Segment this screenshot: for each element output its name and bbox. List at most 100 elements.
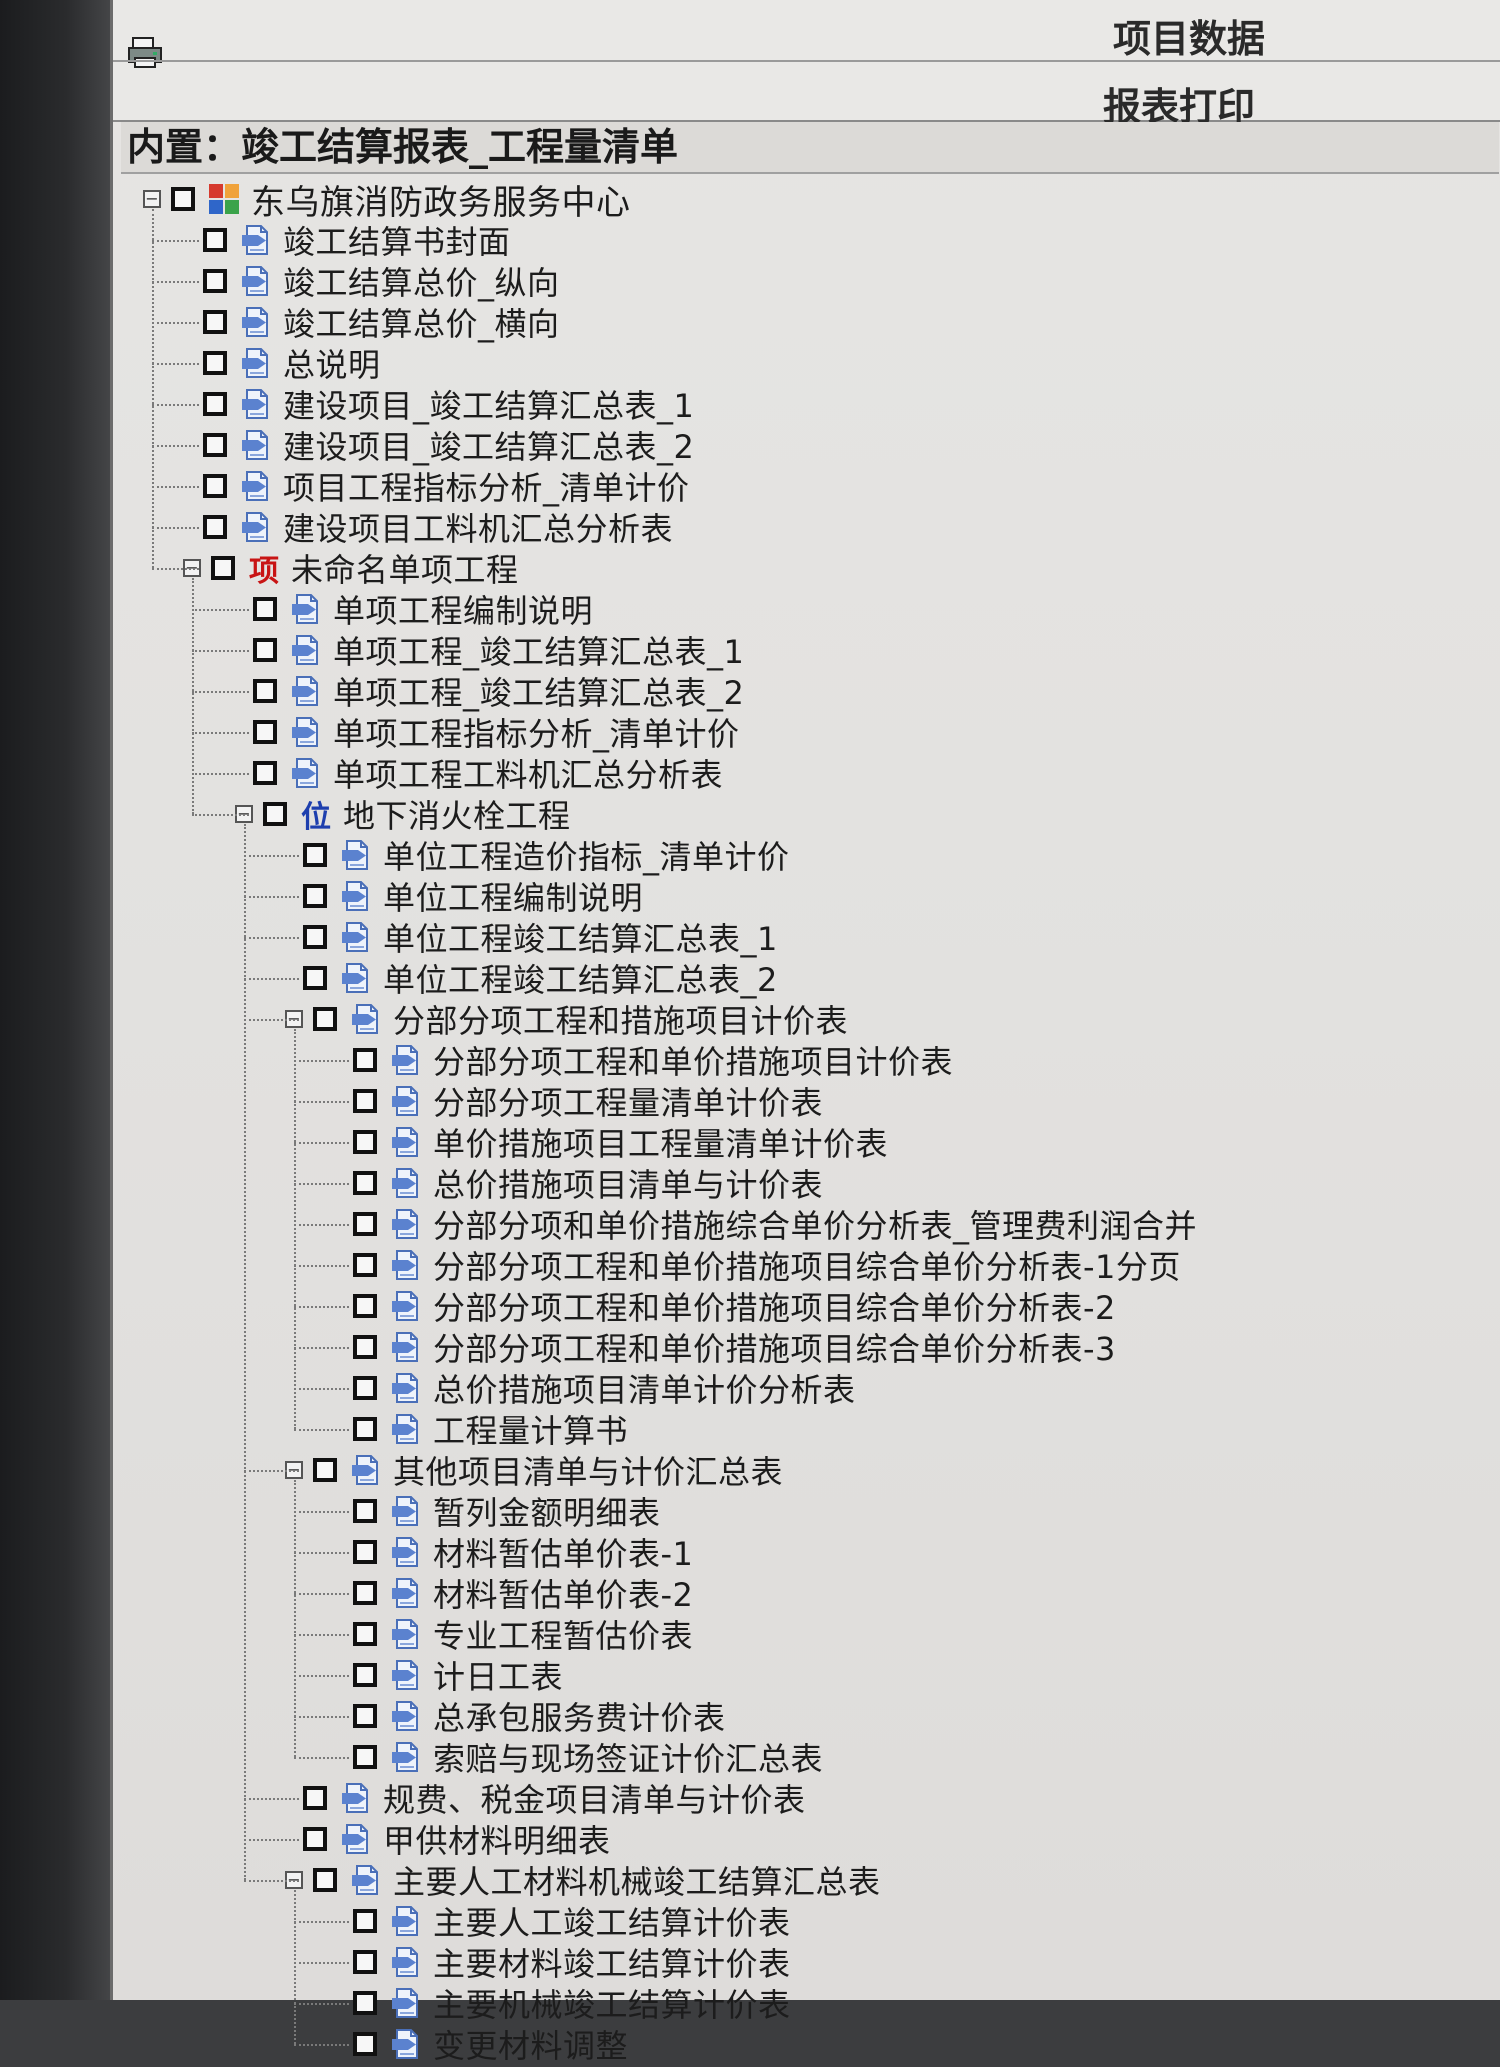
tree-item-report[interactable]: 分部分项工程和单价措施项目综合单价分析表-3	[353, 1328, 1116, 1368]
tree-item-checkbox[interactable]	[203, 269, 227, 293]
tree-item-report[interactable]: 主要人工竣工结算计价表	[353, 1902, 791, 1942]
tree-item-checkbox[interactable]	[353, 1704, 377, 1728]
tree-item-checkbox[interactable]	[303, 1786, 327, 1810]
tree-item-checkbox[interactable]	[353, 1540, 377, 1564]
tree-item-checkbox[interactable]	[353, 1622, 377, 1646]
tree-item-checkbox[interactable]	[303, 843, 327, 867]
tree-item-report[interactable]: 建设项目_竣工结算汇总表_1	[203, 385, 694, 425]
tree-item-report[interactable]: 单项工程指标分析_清单计价	[253, 713, 740, 753]
tree-item-checkbox[interactable]	[303, 1827, 327, 1851]
tree-item-checkbox[interactable]	[313, 1458, 337, 1482]
tree-report-group[interactable]: − 分部分项工程和措施项目计价表	[285, 1000, 848, 1040]
tree-item-checkbox[interactable]	[203, 228, 227, 252]
tree-item-report[interactable]: 单项工程工料机汇总分析表	[253, 754, 723, 794]
tree-item-report[interactable]: 单位工程竣工结算汇总表_2	[303, 959, 778, 999]
tree-item-checkbox[interactable]	[263, 802, 287, 826]
tree-item-report[interactable]: 暂列金额明细表	[353, 1492, 661, 1532]
tree-item-report[interactable]: 单位工程竣工结算汇总表_1	[303, 918, 778, 958]
tree-item-report[interactable]: 单价措施项目工程量清单计价表	[353, 1123, 888, 1163]
tree-item-report[interactable]: 专业工程暂估价表	[353, 1615, 693, 1655]
tree-item-report[interactable]: 竣工结算总价_纵向	[203, 262, 560, 302]
tree-item-report[interactable]: 建设项目工料机汇总分析表	[203, 508, 673, 548]
tree-item-checkbox[interactable]	[203, 392, 227, 416]
tree-item-report[interactable]: 材料暂估单价表-1	[353, 1533, 693, 1573]
tree-item-report[interactable]: 工程量计算书	[353, 1410, 628, 1450]
tree-item-report[interactable]: 规费、税金项目清单与计价表	[303, 1779, 806, 1819]
report-document-icon	[239, 469, 273, 503]
tree-item-report[interactable]: 计日工表	[353, 1656, 563, 1696]
tree-item-report[interactable]: 总说明	[203, 344, 381, 384]
tree-item-report[interactable]: 总价措施项目清单与计价表	[353, 1164, 823, 1204]
tree-item-checkbox[interactable]	[313, 1007, 337, 1031]
tree-item-checkbox[interactable]	[203, 351, 227, 375]
tree-item-report[interactable]: 单项工程_竣工结算汇总表_2	[253, 672, 744, 712]
tab-project-data[interactable]: 项目数据	[1113, 8, 1265, 63]
printer-icon[interactable]	[127, 34, 163, 70]
tree-item-checkbox[interactable]	[353, 1950, 377, 1974]
collapse-toggle-icon[interactable]: −	[143, 190, 161, 208]
tree-item-checkbox[interactable]	[171, 187, 195, 211]
tree-item-report[interactable]: 主要材料竣工结算计价表	[353, 1943, 791, 1983]
tree-item-checkbox[interactable]	[353, 2032, 377, 2056]
tree-item-report[interactable]: 竣工结算总价_横向	[203, 303, 560, 343]
tree-item-report[interactable]: 分部分项和单价措施综合单价分析表_管理费利润合并	[353, 1205, 1197, 1245]
tree-item-checkbox[interactable]	[303, 925, 327, 949]
tree-item-report[interactable]: 单项工程_竣工结算汇总表_1	[253, 631, 744, 671]
tree-item-report[interactable]: 甲供材料明细表	[303, 1820, 611, 1860]
tree-item-report[interactable]: 项目工程指标分析_清单计价	[203, 467, 690, 507]
tree-item-checkbox[interactable]	[353, 1294, 377, 1318]
tree-item-report[interactable]: 索赔与现场签证计价汇总表	[353, 1738, 823, 1778]
tree-item-report[interactable]: 分部分项工程和单价措施项目综合单价分析表-1分页	[353, 1246, 1181, 1286]
tree-item-checkbox[interactable]	[353, 1909, 377, 1933]
report-document-icon	[349, 1863, 383, 1897]
tree-root-project[interactable]: − 东乌旗消防政务服务中心	[143, 180, 631, 223]
report-document-icon	[389, 1289, 423, 1323]
tree-report-group[interactable]: − 其他项目清单与计价汇总表	[285, 1451, 783, 1491]
tree-item-report[interactable]: 单位工程编制说明	[303, 877, 643, 917]
tree-item-checkbox[interactable]	[353, 1335, 377, 1359]
tree-item-checkbox[interactable]	[253, 597, 277, 621]
tree-item-checkbox[interactable]	[353, 1376, 377, 1400]
tree-item-checkbox[interactable]	[203, 310, 227, 334]
tree-item-checkbox[interactable]	[313, 1868, 337, 1892]
tree-item-checkbox[interactable]	[353, 1991, 377, 2015]
tree-single-project[interactable]: − 项未命名单项工程	[183, 549, 519, 589]
tree-item-checkbox[interactable]	[211, 556, 235, 580]
tree-item-report[interactable]: 建设项目_竣工结算汇总表_2	[203, 426, 694, 466]
tree-item-checkbox[interactable]	[203, 474, 227, 498]
tree-item-checkbox[interactable]	[353, 1745, 377, 1769]
tree-item-report[interactable]: 总价措施项目清单计价分析表	[353, 1369, 856, 1409]
report-document-icon	[389, 1576, 423, 1610]
tree-item-report[interactable]: 单项工程编制说明	[253, 590, 593, 630]
tree-item-report[interactable]: 竣工结算书封面	[203, 221, 511, 261]
tree-item-checkbox[interactable]	[353, 1048, 377, 1072]
tree-item-checkbox[interactable]	[203, 515, 227, 539]
report-tree[interactable]: − 东乌旗消防政务服务中心 竣工结算书封面 竣工结算总价_纵向 竣工结算总价_横向 总说明…	[113, 172, 1500, 2065]
tree-item-report[interactable]: 材料暂估单价表-2	[353, 1574, 693, 1614]
tree-item-checkbox[interactable]	[303, 884, 327, 908]
tree-item-report[interactable]: 总承包服务费计价表	[353, 1697, 726, 1737]
tree-item-checkbox[interactable]	[253, 679, 277, 703]
tree-item-checkbox[interactable]	[353, 1089, 377, 1113]
tree-item-checkbox[interactable]	[253, 720, 277, 744]
tree-item-checkbox[interactable]	[353, 1253, 377, 1277]
tree-item-checkbox[interactable]	[353, 1212, 377, 1236]
tree-unit-project[interactable]: − 位地下消火栓工程	[235, 795, 571, 835]
tree-item-checkbox[interactable]	[353, 1581, 377, 1605]
tree-item-report[interactable]: 变更材料调整	[353, 2025, 628, 2065]
tree-item-checkbox[interactable]	[253, 638, 277, 662]
tree-item-report[interactable]: 主要机械竣工结算计价表	[353, 1984, 791, 2024]
tree-item-checkbox[interactable]	[353, 1663, 377, 1687]
tree-item-checkbox[interactable]	[353, 1171, 377, 1195]
tree-item-report[interactable]: 分部分项工程和单价措施项目计价表	[353, 1041, 953, 1081]
tree-item-checkbox[interactable]	[253, 761, 277, 785]
tree-item-checkbox[interactable]	[353, 1417, 377, 1441]
tree-item-checkbox[interactable]	[203, 433, 227, 457]
tree-report-group[interactable]: − 主要人工材料机械竣工结算汇总表	[285, 1861, 881, 1901]
tree-item-report[interactable]: 分部分项工程和单价措施项目综合单价分析表-2	[353, 1287, 1116, 1327]
tree-item-checkbox[interactable]	[353, 1130, 377, 1154]
tree-item-report[interactable]: 分部分项工程量清单计价表	[353, 1082, 823, 1122]
tree-item-checkbox[interactable]	[353, 1499, 377, 1523]
tree-item-report[interactable]: 单位工程造价指标_清单计价	[303, 836, 790, 876]
tree-item-checkbox[interactable]	[303, 966, 327, 990]
